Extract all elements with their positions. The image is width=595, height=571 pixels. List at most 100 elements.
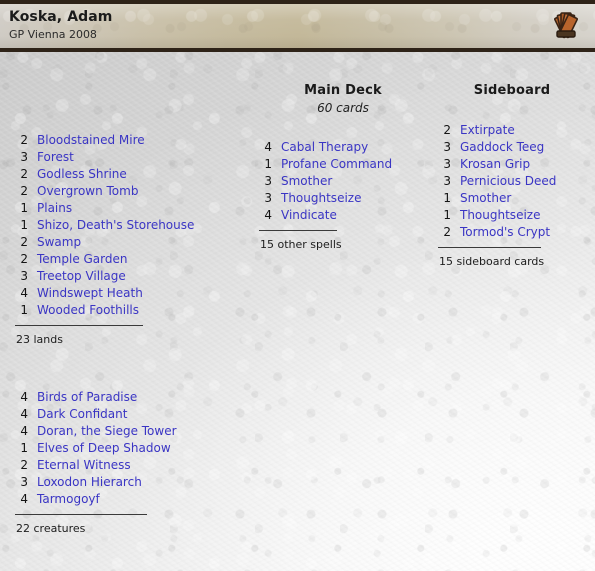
- main-deck-column-left: 2 Bloodstained Mire 3 Forest 2 Godless Shri…: [14, 52, 244, 535]
- lands-divider: [15, 325, 143, 326]
- sideboard-divider: [438, 247, 541, 248]
- deck-list-page: Koska, Adam GP Vienna 2008 2 Bloodstaine…: [0, 0, 595, 571]
- card-quantity: 3: [20, 269, 28, 283]
- card-name-link[interactable]: Extirpate: [460, 122, 515, 139]
- card-name-link[interactable]: Bloodstained Mire: [37, 132, 145, 149]
- creatures-total: 22 creatures: [16, 522, 86, 535]
- card-quantity: 3: [443, 157, 451, 171]
- card-name-link[interactable]: Elves of Deep Shadow: [37, 440, 171, 457]
- list-item[interactable]: 1 Elves of Deep Shadow: [14, 440, 244, 457]
- card-quantity: 4: [264, 208, 272, 222]
- list-item[interactable]: 2 Overgrown Tomb: [14, 183, 244, 200]
- card-quantity: 1: [20, 303, 28, 317]
- list-item[interactable]: 3 Gaddock Teeg: [437, 139, 587, 156]
- list-item[interactable]: 2 Godless Shrine: [14, 166, 244, 183]
- list-item[interactable]: 1 Smother: [437, 190, 587, 207]
- main-deck-title: Main Deck: [304, 83, 382, 98]
- card-quantity: 4: [20, 492, 28, 506]
- list-item[interactable]: 3 Loxodon Hierarch: [14, 474, 244, 491]
- card-name-link[interactable]: Treetop Village: [37, 268, 126, 285]
- list-item[interactable]: 3 Forest: [14, 149, 244, 166]
- list-item[interactable]: 4 Tarmogoyf: [14, 491, 244, 508]
- list-item[interactable]: 1 Shizo, Death's Storehouse: [14, 217, 244, 234]
- card-quantity: 2: [443, 225, 451, 239]
- list-item[interactable]: 1 Wooded Foothills: [14, 302, 244, 319]
- list-item[interactable]: 4 Vindicate: [258, 207, 428, 224]
- creatures-divider: [15, 514, 147, 515]
- list-item[interactable]: 1 Plains: [14, 200, 244, 217]
- list-item[interactable]: 2 Temple Garden: [14, 251, 244, 268]
- card-name-link[interactable]: Windswept Heath: [37, 285, 143, 302]
- list-item[interactable]: 4 Doran, the Siege Tower: [14, 423, 244, 440]
- card-name-link[interactable]: Forest: [37, 149, 74, 166]
- list-item[interactable]: 4 Dark Confidant: [14, 406, 244, 423]
- card-quantity: 4: [20, 424, 28, 438]
- card-name-link[interactable]: Birds of Paradise: [37, 389, 137, 406]
- card-name-link[interactable]: Swamp: [37, 234, 81, 251]
- card-name-link[interactable]: Pernicious Deed: [460, 173, 556, 190]
- list-item[interactable]: 2 Eternal Witness: [14, 457, 244, 474]
- card-quantity: 3: [443, 174, 451, 188]
- card-quantity: 1: [443, 191, 451, 205]
- card-name-link[interactable]: Dark Confidant: [37, 406, 127, 423]
- card-quantity: 2: [20, 458, 28, 472]
- card-quantity: 4: [20, 390, 28, 404]
- card-name-link[interactable]: Wooded Foothills: [37, 302, 139, 319]
- lands-total: 23 lands: [16, 333, 63, 346]
- list-item[interactable]: 4 Cabal Therapy: [258, 139, 428, 156]
- card-name-link[interactable]: Profane Command: [281, 156, 392, 173]
- card-quantity: 3: [264, 174, 272, 188]
- card-name-link[interactable]: Doran, the Siege Tower: [37, 423, 177, 440]
- list-item[interactable]: 2 Tormod's Crypt: [437, 224, 587, 241]
- lands-list: 2 Bloodstained Mire 3 Forest 2 Godless Shri…: [14, 132, 244, 319]
- card-quantity: 1: [20, 441, 28, 455]
- event-name: GP Vienna 2008: [9, 28, 97, 41]
- card-quantity: 1: [20, 201, 28, 215]
- list-item[interactable]: 3 Krosan Grip: [437, 156, 587, 173]
- card-name-link[interactable]: Gaddock Teeg: [460, 139, 544, 156]
- card-name-link[interactable]: Godless Shrine: [37, 166, 127, 183]
- list-item[interactable]: 4 Birds of Paradise: [14, 389, 244, 406]
- list-item[interactable]: 3 Thoughtseize: [258, 190, 428, 207]
- page-header: Koska, Adam GP Vienna 2008: [0, 0, 595, 52]
- list-item[interactable]: 2 Swamp: [14, 234, 244, 251]
- card-name-link[interactable]: Tarmogoyf: [37, 491, 100, 508]
- card-name-link[interactable]: Overgrown Tomb: [37, 183, 138, 200]
- list-item[interactable]: 4 Windswept Heath: [14, 285, 244, 302]
- list-item[interactable]: 2 Bloodstained Mire: [14, 132, 244, 149]
- card-name-link[interactable]: Eternal Witness: [37, 457, 131, 474]
- card-quantity: 3: [264, 191, 272, 205]
- spells-divider: [259, 230, 337, 231]
- main-deck-card-count: 60 cards: [317, 101, 369, 115]
- deck-content: 2 Bloodstained Mire 3 Forest 2 Godless Shri…: [0, 52, 595, 571]
- card-quantity: 3: [443, 140, 451, 154]
- sideboard-total: 15 sideboard cards: [439, 255, 545, 268]
- card-name-link[interactable]: Temple Garden: [37, 251, 128, 268]
- card-quantity: 2: [20, 235, 28, 249]
- player-name: Koska, Adam: [9, 9, 113, 25]
- card-name-link[interactable]: Thoughtseize: [460, 207, 540, 224]
- list-item[interactable]: 2 Extirpate: [437, 122, 587, 139]
- list-item[interactable]: 1 Profane Command: [258, 156, 428, 173]
- list-item[interactable]: 3 Pernicious Deed: [437, 173, 587, 190]
- card-quantity: 2: [20, 252, 28, 266]
- card-name-link[interactable]: Smother: [460, 190, 511, 207]
- card-name-link[interactable]: Loxodon Hierarch: [37, 474, 142, 491]
- card-name-link[interactable]: Plains: [37, 200, 72, 217]
- list-item[interactable]: 3 Treetop Village: [14, 268, 244, 285]
- card-name-link[interactable]: Krosan Grip: [460, 156, 530, 173]
- card-name-link[interactable]: Cabal Therapy: [281, 139, 368, 156]
- sideboard-title: Sideboard: [473, 83, 551, 98]
- spells-total: 15 other spells: [260, 238, 342, 251]
- card-quantity: 2: [20, 133, 28, 147]
- spells-list: 4 Cabal Therapy 1 Profane Command 3 Smother…: [258, 139, 428, 224]
- card-quantity: 1: [443, 208, 451, 222]
- card-name-link[interactable]: Vindicate: [281, 207, 337, 224]
- card-quantity: 2: [20, 167, 28, 181]
- card-name-link[interactable]: Tormod's Crypt: [460, 224, 550, 241]
- card-name-link[interactable]: Shizo, Death's Storehouse: [37, 217, 194, 234]
- list-item[interactable]: 3 Smother: [258, 173, 428, 190]
- card-name-link[interactable]: Thoughtseize: [281, 190, 361, 207]
- card-name-link[interactable]: Smother: [281, 173, 332, 190]
- list-item[interactable]: 1 Thoughtseize: [437, 207, 587, 224]
